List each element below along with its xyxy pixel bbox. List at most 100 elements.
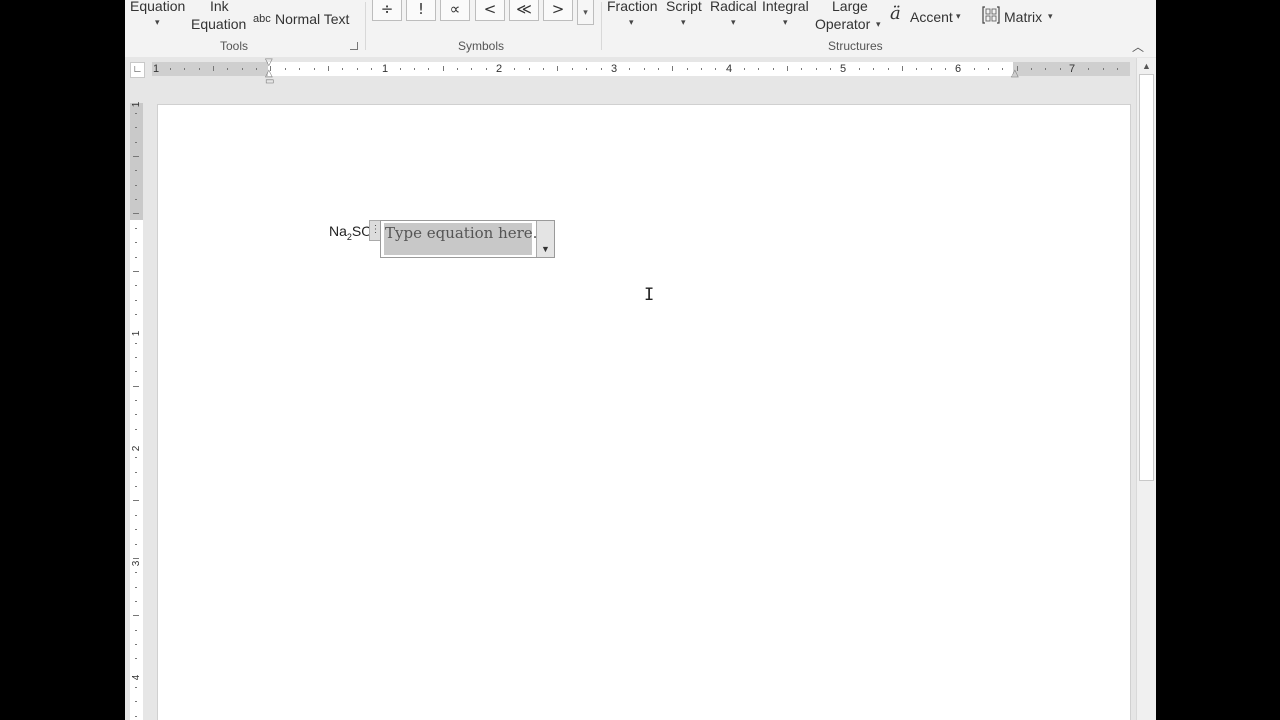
ruler-tick xyxy=(571,68,573,70)
ruler-tick xyxy=(916,68,918,70)
ruler-tick xyxy=(135,514,137,516)
ruler-number: 2 xyxy=(495,63,503,75)
symbol-much-less-than[interactable]: ≪ xyxy=(509,0,539,21)
scroll-thumb[interactable] xyxy=(1139,74,1154,481)
left-indent-marker[interactable]: ▭ xyxy=(265,77,274,87)
ink-equation-button[interactable]: Equation xyxy=(191,16,246,32)
ribbon: Equation ▾ Ink Equation abc Normal Text … xyxy=(125,0,1156,58)
vertical-scrollbar[interactable]: ▲ xyxy=(1136,58,1156,720)
structures-group-label: Structures xyxy=(828,39,883,53)
large-operator-label-top[interactable]: Large xyxy=(832,0,868,14)
ruler-tick xyxy=(284,68,286,70)
right-indent-marker[interactable]: △ xyxy=(1011,69,1019,79)
ruler-tick xyxy=(241,68,243,70)
accent-icon: ä xyxy=(890,3,901,24)
ruler-tick xyxy=(135,299,137,301)
ruler-number: 3 xyxy=(610,63,618,75)
ruler-tick xyxy=(135,400,137,401)
ruler-number: 5 xyxy=(839,63,847,75)
ruler-tick xyxy=(887,68,889,70)
ruler-tick xyxy=(135,428,137,430)
chevron-down-icon[interactable]: ▼ xyxy=(536,221,554,257)
ruler-tick xyxy=(457,68,458,70)
ruler-tick xyxy=(227,68,229,70)
script-button[interactable]: Script xyxy=(666,0,702,14)
scroll-up-icon[interactable]: ▲ xyxy=(1137,58,1156,74)
vertical-ruler: 1 1 2 3 4 xyxy=(125,83,157,720)
ruler-number: 2 xyxy=(131,445,142,452)
ruler-tick xyxy=(901,66,903,71)
equation-button[interactable]: Equation xyxy=(130,0,185,14)
equation-box[interactable]: Type equation here. ▼ xyxy=(380,220,555,258)
ruler-tick xyxy=(586,68,588,70)
first-line-indent-marker[interactable]: ▽ xyxy=(265,58,273,68)
ruler-tick xyxy=(135,184,137,186)
group-divider xyxy=(365,2,366,50)
large-operator-dropdown-icon[interactable]: ▾ xyxy=(876,19,881,30)
symbol-greater-than[interactable]: > xyxy=(543,0,573,21)
ruler-tick xyxy=(858,68,860,70)
top-margin-shade xyxy=(130,103,143,220)
tab-stop-icon[interactable]: ∟ xyxy=(130,62,145,78)
matrix-button[interactable]: Matrix xyxy=(1004,9,1042,25)
matrix-dropdown-icon[interactable]: ▾ xyxy=(1048,11,1053,22)
ruler-tick xyxy=(643,68,645,70)
equation-placeholder[interactable]: Type equation here. xyxy=(384,223,537,255)
ruler-tick xyxy=(135,313,137,315)
ruler-tick xyxy=(1059,68,1061,70)
document-text[interactable]: Na2SO xyxy=(329,223,372,242)
collapse-ribbon-icon[interactable]: ︿ xyxy=(1132,38,1144,55)
ruler-tick xyxy=(135,529,137,531)
ruler-tick xyxy=(133,385,139,387)
large-operator-button[interactable]: Operator xyxy=(815,16,870,32)
fraction-dropdown-icon[interactable]: ▾ xyxy=(629,17,634,28)
ruler-tick xyxy=(973,68,975,70)
ruler-tick xyxy=(1102,68,1104,70)
ruler-tick xyxy=(135,715,137,717)
fraction-button[interactable]: Fraction xyxy=(607,0,658,14)
ruler-tick xyxy=(528,68,530,70)
document-page[interactable]: Na2SO ⋮ Type equation here. ▼ I xyxy=(157,104,1131,720)
ruler-tick xyxy=(135,414,137,416)
normal-text-icon: abc xyxy=(253,13,271,25)
ruler-tick xyxy=(135,242,137,244)
ruler-tick xyxy=(327,66,329,71)
radical-button[interactable]: Radical xyxy=(710,0,757,14)
accent-dropdown-icon[interactable]: ▾ xyxy=(956,11,961,22)
symbol-less-than[interactable]: < xyxy=(475,0,505,21)
dialog-launcher-icon[interactable] xyxy=(350,42,358,50)
ruler-tick xyxy=(428,68,430,70)
ruler-number: 7 xyxy=(1068,63,1076,75)
ruler-tick xyxy=(135,342,137,344)
ruler-tick xyxy=(170,68,171,70)
ruler-tick xyxy=(944,68,946,70)
ruler-tick xyxy=(135,701,137,703)
ink-equation-label-top[interactable]: Ink xyxy=(210,0,229,14)
ruler-tick xyxy=(471,68,473,70)
ruler-tick xyxy=(135,486,137,488)
ruler-tick xyxy=(313,68,315,70)
integral-button[interactable]: Integral xyxy=(762,0,809,14)
ruler-tick xyxy=(135,572,137,574)
text-cursor-icon: I xyxy=(644,285,655,305)
ruler-tick xyxy=(135,457,137,459)
symbols-more-icon[interactable]: ▾ xyxy=(577,0,594,25)
ruler-tick xyxy=(133,156,139,158)
ruler-tick xyxy=(987,68,989,70)
accent-button[interactable]: Accent xyxy=(910,9,953,25)
ruler-tick xyxy=(256,68,258,70)
radical-dropdown-icon[interactable]: ▾ xyxy=(731,17,736,28)
symbol-divide[interactable]: ÷ xyxy=(372,0,402,21)
ruler-tick xyxy=(133,270,139,272)
normal-text-button[interactable]: Normal Text xyxy=(275,11,349,27)
symbol-proportional[interactable]: ∝ xyxy=(440,0,470,21)
script-dropdown-icon[interactable]: ▾ xyxy=(681,17,686,28)
ruler-tick xyxy=(133,213,139,215)
equation-dropdown-icon[interactable]: ▾ xyxy=(155,17,160,28)
ruler-tick xyxy=(830,68,832,70)
ruler-tick xyxy=(135,170,137,172)
integral-dropdown-icon[interactable]: ▾ xyxy=(783,17,788,28)
symbol-factorial[interactable]: ! xyxy=(406,0,436,21)
ruler-tick xyxy=(135,543,137,545)
ruler-tick xyxy=(629,68,631,70)
